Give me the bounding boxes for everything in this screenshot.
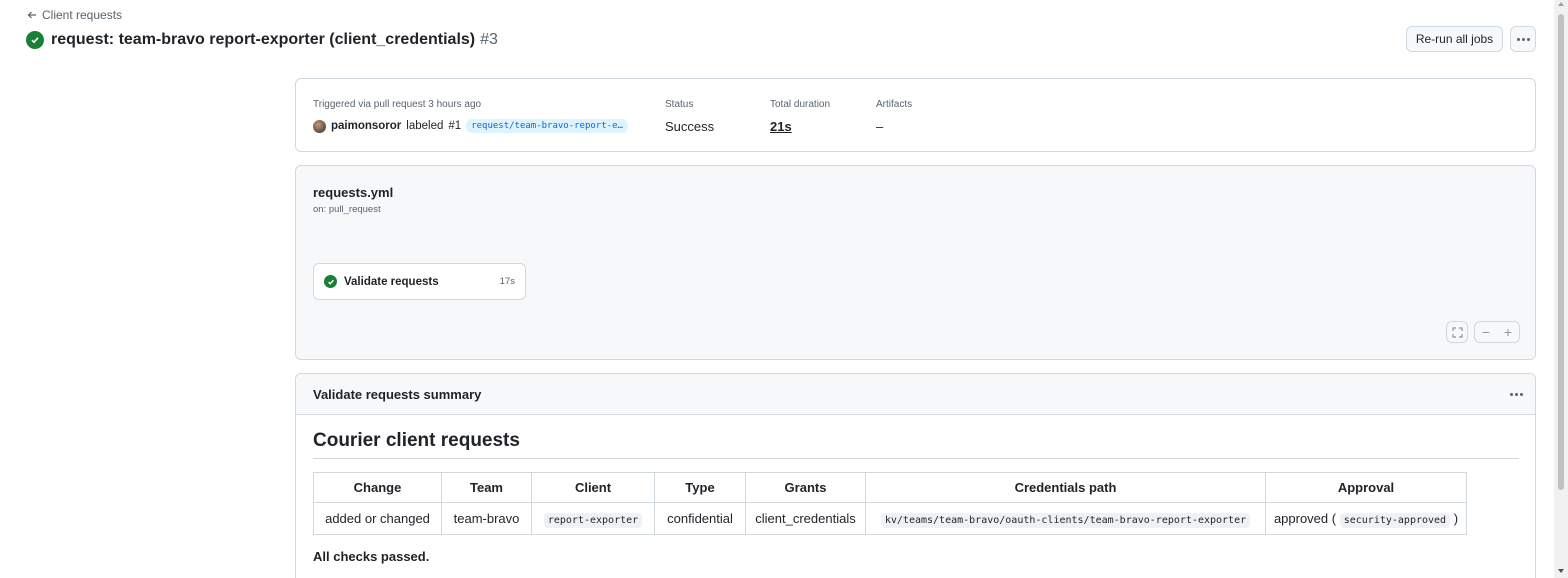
artifacts-label: Artifacts [876, 99, 913, 110]
run-title-row: request: team-bravo report-exporter (cli… [26, 29, 498, 51]
action-text: labeled [406, 120, 444, 132]
table-header-row: Change Team Client Type Grants Credentia… [313, 472, 1467, 503]
column-header: Approval [1265, 472, 1467, 503]
trigger-info: Triggered via pull request 3 hours ago p… [313, 98, 628, 134]
page-scrollbar[interactable] [1554, 0, 1568, 578]
column-header: Type [654, 472, 746, 503]
cell-credentials-path: kv/teams/team-bravo/oauth-clients/team-b… [865, 502, 1266, 535]
job-card[interactable]: Validate requests 17s [313, 263, 526, 300]
pr-link[interactable]: #1 [448, 120, 461, 132]
duration-info: Total duration 21s [770, 98, 830, 134]
heading-divider [313, 458, 1519, 459]
column-header: Team [441, 472, 532, 503]
job-summary-header: Validate requests summary [296, 374, 1535, 415]
kebab-horizontal-icon [1516, 37, 1530, 41]
table-row: added or changed team-bravo report-expor… [313, 502, 1467, 535]
run-summary-panel: Triggered via pull request 3 hours ago p… [295, 78, 1536, 152]
cell-client: report-exporter [531, 502, 655, 535]
fullscreen-button[interactable] [1446, 321, 1468, 343]
checks-result: All checks passed. [313, 549, 430, 564]
check-circle-icon [26, 31, 44, 49]
job-duration: 17s [499, 276, 515, 287]
arrow-left-icon [27, 11, 36, 19]
workflow-file-name: requests.yml [313, 185, 394, 200]
run-title-text: request: team-bravo report-exporter (cli… [51, 31, 476, 48]
scrollbar-thumb[interactable] [1558, 14, 1564, 490]
cell-team: team-bravo [441, 502, 532, 535]
status-label: Status [665, 99, 694, 110]
back-link[interactable]: Client requests [27, 7, 122, 23]
scroll-up-icon[interactable] [1558, 2, 1564, 6]
workflow-trigger: on: pull_request [313, 204, 381, 215]
fullscreen-icon [1451, 326, 1463, 338]
duration-link[interactable]: 21s [770, 118, 830, 134]
duration-label: Total duration [770, 99, 831, 110]
column-header: Grants [745, 472, 866, 503]
column-header: Change [313, 472, 442, 503]
avatar[interactable] [313, 119, 326, 133]
zoom-out-button[interactable]: − [1475, 324, 1497, 340]
approval-suffix: ) [1453, 511, 1459, 526]
cell-type: confidential [654, 502, 746, 535]
page-title: request: team-bravo report-exporter (cli… [51, 31, 498, 49]
more-options-button[interactable] [1510, 26, 1536, 52]
trigger-detail: paimonsoror labeled #1 request/team-brav… [313, 118, 628, 134]
approval-code: security-approved [1339, 513, 1451, 528]
scroll-down-icon[interactable] [1558, 569, 1564, 573]
back-link-label: Client requests [42, 8, 123, 22]
cell-change: added or changed [313, 502, 442, 535]
client-code: report-exporter [543, 513, 643, 528]
workflow-graph-panel: requests.yml on: pull_request Validate r… [295, 165, 1536, 360]
status-value: Success [665, 118, 715, 134]
cell-approval: approved ( security-approved ) [1265, 502, 1467, 535]
column-header: Credentials path [865, 472, 1266, 503]
artifacts-value: – [876, 118, 884, 134]
user-link[interactable]: paimonsoror [331, 120, 401, 132]
trigger-label: Triggered via pull request 3 hours ago [313, 99, 482, 110]
column-header: Client [531, 472, 655, 503]
branch-label[interactable]: request/team-bravo-report-e… [466, 119, 628, 133]
run-number: #3 [480, 31, 498, 48]
cell-grants: client_credentials [745, 502, 866, 535]
zoom-in-button[interactable]: + [1497, 324, 1519, 340]
requests-table: Change Team Client Type Grants Credentia… [313, 472, 1467, 535]
rerun-all-jobs-button[interactable]: Re-run all jobs [1406, 26, 1503, 52]
path-code: kv/teams/team-bravo/oauth-clients/team-b… [880, 513, 1251, 528]
zoom-controls: − + [1474, 321, 1520, 343]
kebab-horizontal-icon[interactable] [1510, 393, 1523, 396]
artifacts-info: Artifacts – [876, 98, 912, 134]
job-summary-panel: Validate requests summary Courier client… [295, 373, 1536, 578]
approval-prefix: approved ( [1273, 511, 1337, 526]
job-summary-title: Validate requests summary [313, 386, 482, 402]
status-info: Status Success [665, 98, 714, 134]
job-name: Validate requests [344, 275, 439, 288]
summary-heading: Courier client requests [313, 430, 520, 451]
check-circle-icon [324, 275, 337, 288]
